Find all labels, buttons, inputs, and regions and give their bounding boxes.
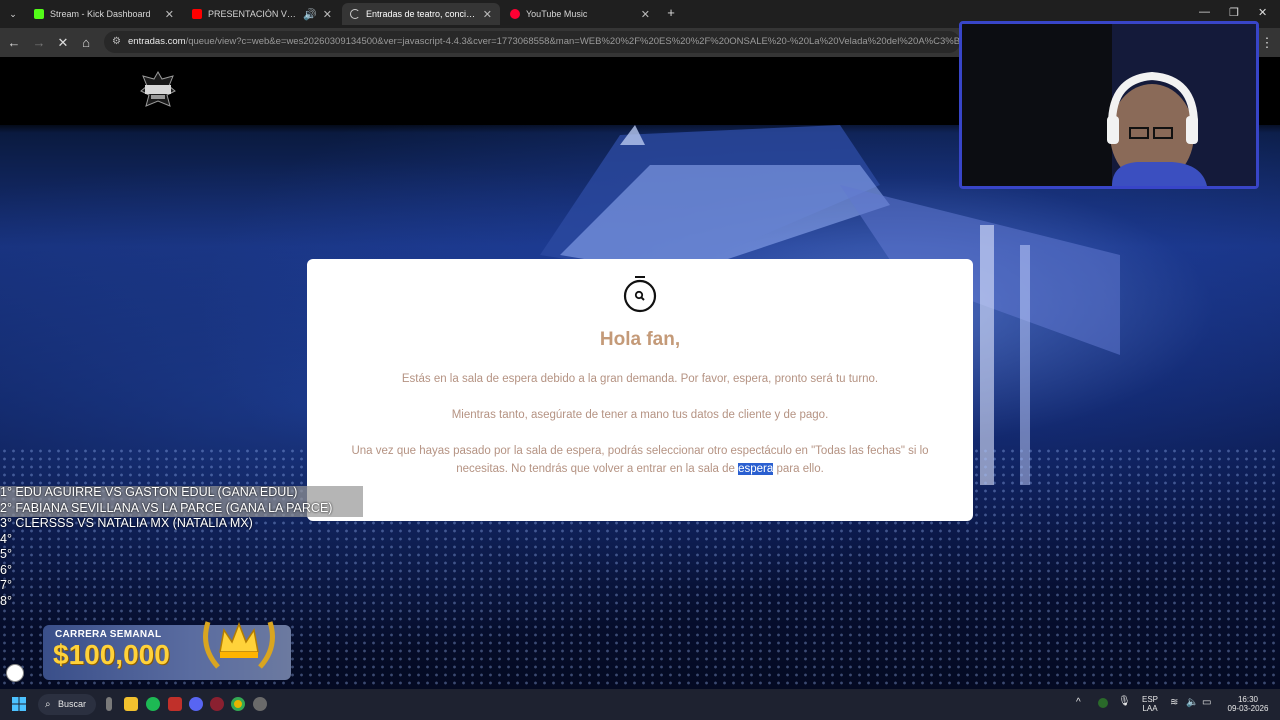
spotify-icon[interactable]	[146, 697, 160, 711]
fight-result-3: 3° CLERSSS VS NATALIA MX (NATALIA MX)	[0, 516, 253, 530]
crown-laurel-icon	[203, 621, 275, 669]
selected-text: espera	[738, 463, 774, 475]
app-icon[interactable]	[168, 697, 182, 711]
chrome-icon[interactable]	[231, 697, 245, 711]
fight-result-6: 6°	[0, 562, 12, 577]
message-text-end: para ello.	[773, 463, 824, 475]
app-icon-2[interactable]	[210, 697, 224, 711]
microphone-icon[interactable]: 🎙	[1118, 697, 1131, 707]
file-explorer-icon[interactable]	[124, 697, 138, 711]
wifi-icon[interactable]: ≋	[1170, 698, 1178, 708]
tab-label: PRESENTACIÓN VELADA DEL	[208, 9, 299, 19]
queue-modal: Hola fan, Estás en la sala de espera deb…	[307, 259, 973, 521]
webcam-overlay	[959, 21, 1259, 189]
fight-result-2: 2° FABIANA SEVILLANA VS LA PARCE (GANA L…	[0, 500, 333, 515]
stopwatch-icon	[623, 276, 657, 313]
stop-loading-icon[interactable]: ✕	[54, 34, 72, 52]
settings-icon[interactable]	[253, 697, 267, 711]
tab-close-icon[interactable]: ✕	[483, 8, 492, 21]
prepare-data-message: Mientras tanto, asegúrate de tener a man…	[451, 409, 829, 421]
clock-time: 16:30	[1237, 695, 1259, 704]
tab-entradas[interactable]: Entradas de teatro, conciertos, ✕	[342, 3, 500, 25]
forward-icon[interactable]: →	[30, 34, 48, 52]
obs-app-icon[interactable]	[106, 697, 112, 711]
volume-icon[interactable]: 🔈	[1186, 698, 1198, 708]
discord-icon[interactable]	[189, 697, 203, 711]
tray-chevron-icon[interactable]: ^	[1076, 698, 1081, 708]
la-velada-logo[interactable]	[140, 71, 176, 109]
tab-close-icon[interactable]: ✕	[323, 8, 332, 21]
clock[interactable]: 16:30 09-03-2026	[1222, 695, 1274, 713]
keyboard-layout: LAA	[1142, 704, 1158, 713]
loading-spinner-icon	[350, 9, 360, 19]
message-text: Una vez que hayas pasado por la sala de …	[351, 445, 929, 475]
tab-close-icon[interactable]: ✕	[641, 8, 650, 21]
language-indicator[interactable]: ESP LAA	[1142, 695, 1158, 713]
fight-result-1: 1° EDU AGUIRRE VS GASTON EDUL (GANA EDUL…	[0, 485, 298, 499]
tab-presentacion-velada[interactable]: PRESENTACIÓN VELADA DEL 🔊 ✕	[184, 3, 340, 25]
search-label: Buscar	[58, 699, 87, 709]
browser-menu-icon[interactable]: ⋮	[1258, 34, 1276, 52]
new-tab-icon[interactable]: +	[662, 4, 680, 22]
taskbar-search[interactable]: ⌕ Buscar	[38, 694, 96, 715]
other-events-message: Una vez que hayas pasado por la sala de …	[337, 442, 943, 478]
tab-label: YouTube Music	[526, 9, 588, 19]
url-host: entradas.com	[128, 36, 186, 47]
youtube-icon	[192, 9, 202, 19]
tab-label: Stream - Kick Dashboard	[50, 9, 151, 19]
cookie-settings-icon[interactable]	[6, 664, 24, 682]
close-window-icon[interactable]: ✕	[1258, 6, 1267, 19]
restore-icon[interactable]: ❐	[1229, 6, 1239, 19]
tray-app-icon[interactable]	[1098, 698, 1108, 708]
tab-youtube-music[interactable]: YouTube Music ✕	[502, 3, 658, 25]
home-icon[interactable]: ⌂	[77, 34, 95, 52]
banner-amount: $100,000	[53, 639, 170, 670]
tab-search-icon[interactable]: ⌄	[4, 5, 22, 23]
fight-result-7: 7°	[0, 578, 12, 592]
fight-result-4: 4°	[0, 531, 12, 546]
youtube-music-icon	[510, 9, 520, 19]
streamer-webcam-image	[962, 24, 1256, 186]
tab-kick-dashboard[interactable]: Stream - Kick Dashboard ✕	[26, 3, 182, 25]
back-icon[interactable]: ←	[5, 34, 23, 52]
tab-close-icon[interactable]: ✕	[165, 8, 174, 21]
search-icon: ⌕	[45, 699, 51, 710]
url-path: /queue/view?c=web&e=wes20260309134500&ve…	[185, 36, 960, 47]
fight-result-5: 5°	[0, 547, 12, 561]
kick-icon	[34, 9, 44, 19]
windows-taskbar: ⌕ Buscar ^ 🎙 ESP LAA ≋ 🔈 ▭ 16:30 09-03-2…	[0, 689, 1280, 720]
minimize-icon[interactable]: —	[1199, 6, 1210, 18]
address-bar[interactable]: ⚙ entradas.com/queue/view?c=web&e=wes202…	[104, 31, 960, 53]
clock-date: 09-03-2026	[1227, 704, 1269, 713]
site-info-icon[interactable]: ⚙	[112, 31, 121, 53]
language-code: ESP	[1142, 695, 1159, 704]
battery-icon[interactable]: ▭	[1202, 698, 1211, 708]
modal-title: Hola fan,	[599, 329, 681, 350]
speaker-icon[interactable]: 🔊	[303, 8, 317, 21]
fight-results-list: 1° EDU AGUIRRE VS GASTON EDUL (GANA EDUL…	[0, 485, 332, 609]
tab-label: Entradas de teatro, conciertos,	[366, 9, 477, 19]
windows-start-icon[interactable]	[12, 697, 26, 711]
waiting-room-message: Estás en la sala de espera debido a la g…	[401, 373, 879, 385]
fight-result-8: 8°	[0, 593, 12, 608]
